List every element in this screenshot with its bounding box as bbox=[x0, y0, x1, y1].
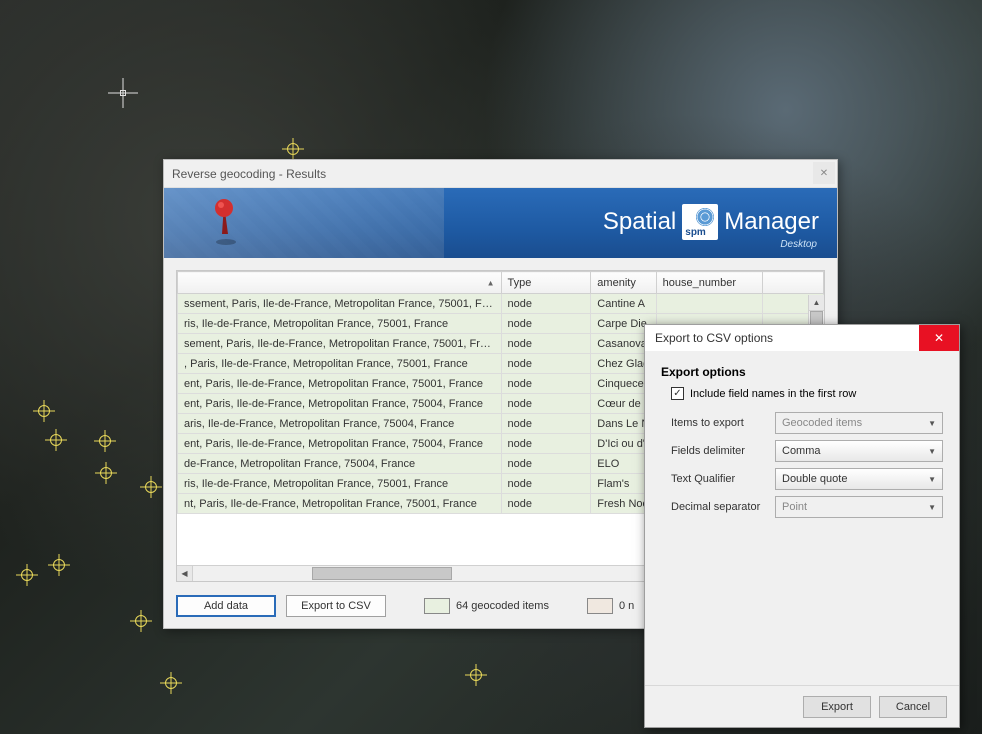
dialog-title: Export to CSV options bbox=[655, 331, 773, 345]
decimal-separator-label: Decimal separator bbox=[671, 501, 775, 513]
table-cell[interactable]: aris, Ile-de-France, Metropolitan France… bbox=[178, 414, 502, 434]
close-icon[interactable]: ✕ bbox=[813, 162, 835, 184]
export-button[interactable]: Export bbox=[803, 696, 871, 718]
banner-logo-icon: spm bbox=[682, 204, 718, 240]
chevron-down-icon: ▼ bbox=[928, 475, 936, 484]
column-header[interactable] bbox=[762, 272, 823, 294]
legend-label: 0 n bbox=[619, 600, 634, 612]
dialog-titlebar[interactable]: Export to CSV options ✕ bbox=[645, 325, 959, 351]
table-cell[interactable]: ris, Ile-de-France, Metropolitan France,… bbox=[178, 474, 502, 494]
dialog-footer: Export Cancel bbox=[645, 685, 959, 727]
add-data-button[interactable]: Add data bbox=[176, 595, 276, 617]
table-cell[interactable]: Cantine A bbox=[591, 294, 656, 314]
table-cell[interactable]: ent, Paris, Ile-de-France, Metropolitan … bbox=[178, 434, 502, 454]
table-cell[interactable]: ent, Paris, Ile-de-France, Metropolitan … bbox=[178, 394, 502, 414]
table-cell[interactable] bbox=[656, 294, 762, 314]
include-fieldnames-row[interactable]: ✓ Include field names in the first row bbox=[671, 387, 943, 400]
table-cell[interactable]: node bbox=[501, 454, 591, 474]
chevron-down-icon: ▼ bbox=[928, 419, 936, 428]
fields-delimiter-combo[interactable]: Comma▼ bbox=[775, 440, 943, 462]
crosshair-cursor bbox=[108, 78, 138, 108]
column-header[interactable]: ▲ bbox=[178, 272, 502, 294]
table-cell[interactable]: node bbox=[501, 354, 591, 374]
table-cell[interactable]: nt, Paris, Ile-de-France, Metropolitan F… bbox=[178, 494, 502, 514]
column-header[interactable]: Type bbox=[501, 272, 591, 294]
items-to-export-label: Items to export bbox=[671, 417, 775, 429]
cancel-button[interactable]: Cancel bbox=[879, 696, 947, 718]
decimal-separator-combo[interactable]: Point▼ bbox=[775, 496, 943, 518]
table-cell[interactable]: node bbox=[501, 394, 591, 414]
table-cell[interactable]: node bbox=[501, 494, 591, 514]
banner-subtitle: Desktop bbox=[780, 239, 817, 250]
checkbox-checked-icon[interactable]: ✓ bbox=[671, 387, 684, 400]
table-cell[interactable]: ris, Ile-de-France, Metropolitan France,… bbox=[178, 314, 502, 334]
fields-delimiter-label: Fields delimiter bbox=[671, 445, 775, 457]
geocoded-swatch bbox=[424, 598, 450, 614]
legend-geocoded: 64 geocoded items bbox=[424, 598, 549, 614]
table-cell[interactable]: node bbox=[501, 294, 591, 314]
table-cell[interactable]: ssement, Paris, Ile-de-France, Metropoli… bbox=[178, 294, 502, 314]
export-options-heading: Export options bbox=[661, 365, 943, 379]
scroll-thumb[interactable] bbox=[312, 567, 452, 580]
banner-pin-icon bbox=[204, 198, 244, 251]
legend-nogeo: 0 n bbox=[587, 598, 634, 614]
chevron-down-icon: ▼ bbox=[928, 447, 936, 456]
table-cell[interactable]: node bbox=[501, 474, 591, 494]
scroll-left-icon[interactable]: ◀ bbox=[177, 566, 193, 581]
table-cell[interactable]: node bbox=[501, 414, 591, 434]
chevron-down-icon: ▼ bbox=[928, 503, 936, 512]
table-row[interactable]: ssement, Paris, Ile-de-France, Metropoli… bbox=[178, 294, 824, 314]
table-cell[interactable]: ent, Paris, Ile-de-France, Metropolitan … bbox=[178, 374, 502, 394]
table-cell[interactable]: , Paris, Ile-de-France, Metropolitan Fra… bbox=[178, 354, 502, 374]
banner-product: Manager bbox=[724, 208, 819, 236]
sort-asc-icon: ▲ bbox=[487, 278, 495, 287]
window-titlebar[interactable]: Reverse geocoding - Results ✕ bbox=[164, 160, 837, 188]
export-dialog: Export to CSV options ✕ Export options ✓… bbox=[644, 324, 960, 728]
checkbox-label: Include field names in the first row bbox=[690, 388, 856, 400]
banner-brand: Spatial bbox=[603, 208, 676, 236]
table-cell[interactable]: node bbox=[501, 314, 591, 334]
table-cell[interactable]: node bbox=[501, 334, 591, 354]
text-qualifier-label: Text Qualifier bbox=[671, 473, 775, 485]
window-title: Reverse geocoding - Results bbox=[172, 167, 326, 181]
banner-title: Spatial spm Manager bbox=[603, 204, 819, 240]
export-csv-button[interactable]: Export to CSV bbox=[286, 595, 386, 617]
banner: Spatial spm Manager Desktop bbox=[164, 188, 837, 258]
table-cell[interactable]: node bbox=[501, 374, 591, 394]
text-qualifier-combo[interactable]: Double quote▼ bbox=[775, 468, 943, 490]
close-icon[interactable]: ✕ bbox=[919, 325, 959, 351]
column-header[interactable]: house_number bbox=[656, 272, 762, 294]
dialog-body: Export options ✓ Include field names in … bbox=[645, 351, 959, 685]
table-cell[interactable]: node bbox=[501, 434, 591, 454]
scroll-up-icon[interactable]: ▲ bbox=[809, 295, 824, 311]
nogeo-swatch bbox=[587, 598, 613, 614]
table-cell[interactable]: sement, Paris, Ile-de-France, Metropolit… bbox=[178, 334, 502, 354]
legend-label: 64 geocoded items bbox=[456, 600, 549, 612]
column-header[interactable]: amenity bbox=[591, 272, 656, 294]
table-cell[interactable]: de-France, Metropolitan France, 75004, F… bbox=[178, 454, 502, 474]
items-to-export-combo[interactable]: Geocoded items▼ bbox=[775, 412, 943, 434]
